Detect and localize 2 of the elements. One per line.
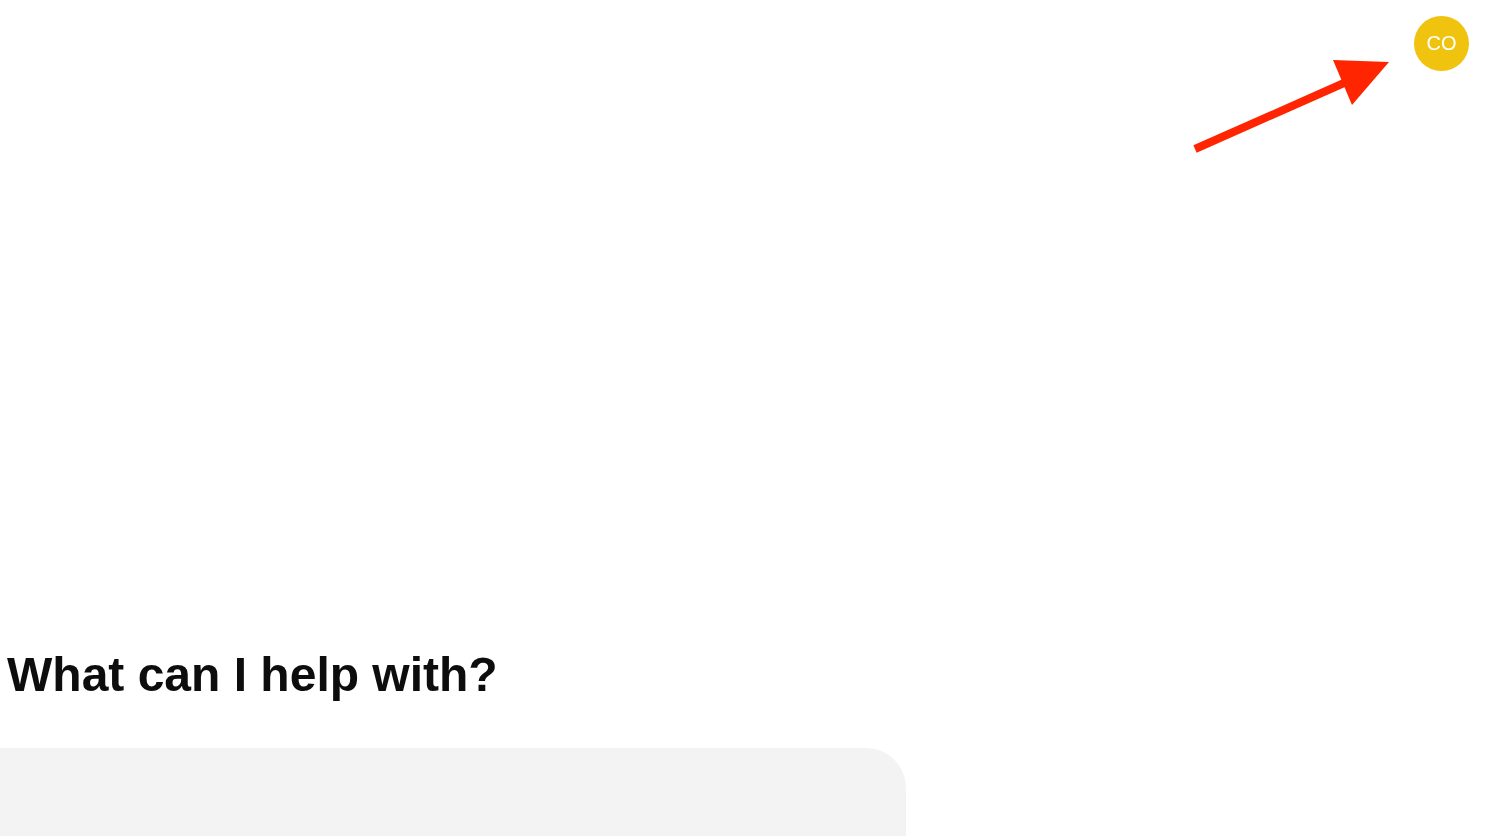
heading: What can I help with?	[7, 647, 498, 703]
avatar-button[interactable]: CO	[1414, 16, 1469, 71]
